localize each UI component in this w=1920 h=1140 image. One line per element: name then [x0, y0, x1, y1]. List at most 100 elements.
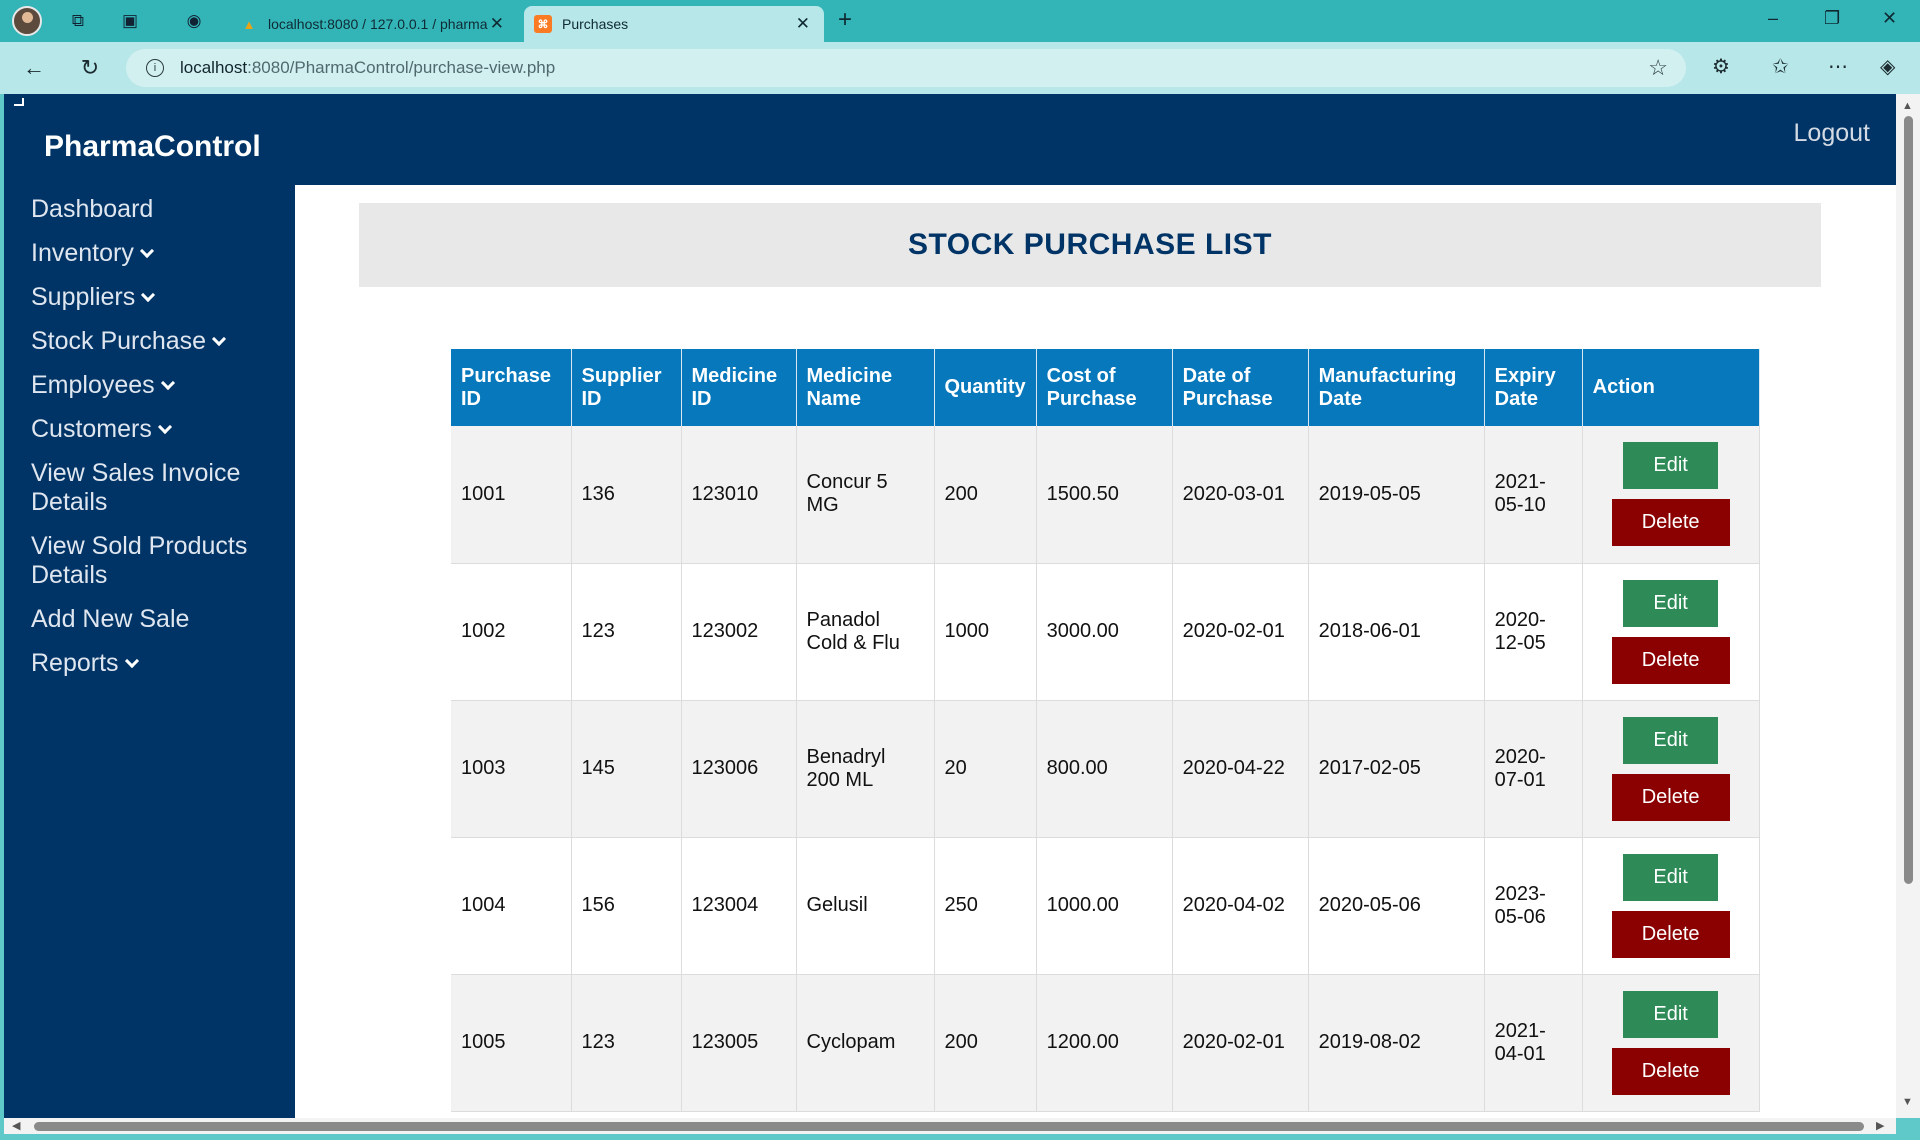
sidebar-item-suppliers[interactable]: Suppliers: [4, 283, 295, 312]
purchase-id-cell: 1002: [451, 563, 572, 701]
profile-avatar[interactable]: [12, 6, 42, 36]
edit-button[interactable]: Edit: [1623, 442, 1719, 490]
purchase-id-cell: 1003: [451, 700, 572, 838]
tab-phpmyadmin[interactable]: ▲ localhost:8080 / 127.0.0.1 / pharmacy …: [228, 6, 518, 42]
scroll-down-icon[interactable]: ▼: [1902, 1096, 1913, 1108]
sidebar-item-dashboard[interactable]: Dashboard: [4, 195, 295, 224]
restore-icon[interactable]: ❐: [1824, 8, 1840, 29]
sidebar-item-reports[interactable]: Reports: [4, 649, 295, 678]
new-tab-button[interactable]: +: [838, 6, 852, 34]
column-header: Medicine ID: [681, 349, 797, 426]
vertical-scroll-thumb[interactable]: [1904, 116, 1913, 884]
chevron-down-icon: [141, 287, 156, 303]
reload-icon[interactable]: ↻: [74, 52, 106, 84]
chevron-down-icon: [139, 243, 154, 259]
action-cell: Edit Delete: [1582, 426, 1760, 564]
chevron-down-icon: [124, 653, 139, 669]
sidebar-item-inventory[interactable]: Inventory: [4, 239, 295, 268]
expiry-date-cell: 2021-04-01: [1484, 974, 1583, 1112]
table-row: 1004 156 123004 Gelusil 250 1000.00 2020…: [451, 837, 1760, 975]
scroll-up-icon[interactable]: ▲: [1902, 100, 1913, 112]
quantity-cell: 250: [934, 837, 1037, 975]
vertical-scrollbar[interactable]: ▲ ▼: [1896, 94, 1920, 1118]
delete-button[interactable]: Delete: [1611, 910, 1730, 958]
cost-cell: 1500.50: [1036, 426, 1173, 564]
copilot-icon[interactable]: ◈: [1880, 54, 1895, 79]
favorite-star-icon[interactable]: ☆: [1648, 55, 1668, 81]
edit-button[interactable]: Edit: [1623, 853, 1719, 901]
favorites-icon[interactable]: ✩: [1772, 54, 1789, 79]
supplier-id-cell: 123: [571, 974, 682, 1112]
address-bar-row: ← ↻ i localhost:8080/PharmaControl/purch…: [0, 42, 1920, 94]
action-cell: Edit Delete: [1582, 700, 1760, 838]
tab-purchases[interactable]: ⌘ Purchases ✕: [524, 6, 824, 42]
purchase-date-cell: 2020-02-01: [1172, 974, 1309, 1112]
sidebar-item-add-sale[interactable]: Add New Sale: [4, 605, 295, 634]
edit-button[interactable]: Edit: [1623, 716, 1719, 764]
supplier-id-cell: 145: [571, 700, 682, 838]
tab-actions-icon[interactable]: ▣: [116, 8, 144, 34]
close-window-icon[interactable]: ✕: [1882, 8, 1897, 29]
supplier-id-cell: 156: [571, 837, 682, 975]
table-row: 1005 123 123005 Cyclopam 200 1200.00 202…: [451, 974, 1760, 1112]
extensions-icon[interactable]: ⚙: [1712, 54, 1730, 79]
more-options-icon[interactable]: ⋯: [1828, 54, 1848, 79]
expiry-date-cell: 2023-05-06: [1484, 837, 1583, 975]
quantity-cell: 20: [934, 700, 1037, 838]
sidebar-item-customers[interactable]: Customers: [4, 415, 295, 444]
column-header: Manufacturing Date: [1308, 349, 1485, 426]
tab-title: localhost:8080 / 127.0.0.1 / pharmacy: [268, 16, 488, 32]
manufacturing-date-cell: 2018-06-01: [1308, 563, 1485, 701]
sidebar-item-sales-invoice[interactable]: View Sales Invoice Details: [4, 459, 254, 517]
scroll-right-icon[interactable]: ▶: [1876, 1119, 1884, 1132]
back-icon[interactable]: ←: [18, 52, 50, 84]
column-header: Action: [1582, 349, 1760, 426]
medicine-id-cell: 123002: [681, 563, 797, 701]
manufacturing-date-cell: 2020-05-06: [1308, 837, 1485, 975]
supplier-id-cell: 123: [571, 563, 682, 701]
column-header: Purchase ID: [451, 349, 572, 426]
brand-logo[interactable]: PharmaControl: [44, 130, 261, 164]
purchase-id-cell: 1005: [451, 974, 572, 1112]
delete-button[interactable]: Delete: [1611, 773, 1730, 821]
quantity-cell: 1000: [934, 563, 1037, 701]
workspaces-icon[interactable]: ⧉: [64, 8, 92, 34]
cost-cell: 1000.00: [1036, 837, 1173, 975]
site-info-icon[interactable]: i: [146, 59, 164, 77]
action-cell: Edit Delete: [1582, 837, 1760, 975]
delete-button[interactable]: Delete: [1611, 636, 1730, 684]
edit-button[interactable]: Edit: [1623, 579, 1719, 627]
table-row: 1003 145 123006 Benadryl 200 ML 20 800.0…: [451, 700, 1760, 838]
logout-link[interactable]: Logout: [1794, 119, 1870, 148]
close-tab-icon[interactable]: ✕: [796, 14, 810, 34]
quantity-cell: 200: [934, 974, 1037, 1112]
url-bar[interactable]: i localhost:8080/PharmaControl/purchase-…: [126, 49, 1686, 87]
cost-cell: 1200.00: [1036, 974, 1173, 1112]
page-title: STOCK PURCHASE LIST: [908, 228, 1272, 261]
scroll-left-icon[interactable]: ◀: [12, 1119, 20, 1132]
page-title-box: STOCK PURCHASE LIST: [359, 203, 1821, 287]
quantity-cell: 200: [934, 426, 1037, 564]
expiry-date-cell: 2021-05-10: [1484, 426, 1583, 564]
close-tab-icon[interactable]: ✕: [490, 14, 504, 34]
expiry-date-cell: 2020-07-01: [1484, 700, 1583, 838]
corner-icon: [14, 98, 24, 106]
pinned-tab-icon[interactable]: ◉: [180, 8, 208, 34]
edit-button[interactable]: Edit: [1623, 990, 1719, 1038]
top-header: PharmaControl Logout: [4, 94, 1896, 185]
column-header: Supplier ID: [571, 349, 682, 426]
horizontal-scrollbar[interactable]: ◀ ▶: [4, 1118, 1896, 1134]
sidebar-item-sold-products[interactable]: View Sold Products Details: [4, 532, 254, 590]
minimize-icon[interactable]: –: [1768, 8, 1778, 29]
delete-button[interactable]: Delete: [1611, 1047, 1730, 1095]
medicine-id-cell: 123010: [681, 426, 797, 564]
sidebar-item-stock-purchase[interactable]: Stock Purchase: [4, 327, 295, 356]
url-text[interactable]: localhost:8080/PharmaControl/purchase-vi…: [180, 58, 555, 78]
delete-button[interactable]: Delete: [1611, 499, 1730, 547]
medicine-name-cell: Concur 5 MG: [796, 426, 935, 564]
sidebar-item-employees[interactable]: Employees: [4, 371, 295, 400]
medicine-name-cell: Benadryl 200 ML: [796, 700, 935, 838]
horizontal-scroll-thumb[interactable]: [34, 1122, 1864, 1131]
supplier-id-cell: 136: [571, 426, 682, 564]
medicine-name-cell: Panadol Cold & Flu: [796, 563, 935, 701]
